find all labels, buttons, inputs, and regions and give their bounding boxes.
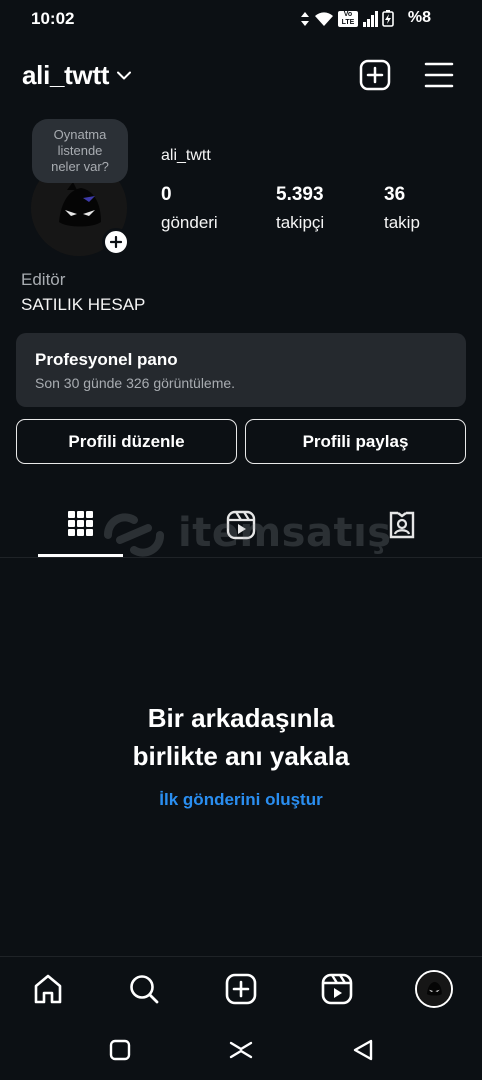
chevron-down-icon xyxy=(117,71,132,80)
professional-dashboard[interactable]: Profesyonel pano Son 30 günde 326 görünt… xyxy=(16,333,466,407)
status-icons: Vo LTE xyxy=(300,10,394,27)
nav-create[interactable] xyxy=(221,969,261,1009)
add-story-button[interactable] xyxy=(102,228,130,256)
tab-grid[interactable] xyxy=(0,500,160,557)
status-bar: 10:02 Vo LTE %8 xyxy=(0,0,482,38)
back-icon xyxy=(353,1039,373,1061)
bottom-nav xyxy=(0,956,482,1020)
profile-name: ali_twtt xyxy=(161,147,211,164)
stat-value: 5.393 xyxy=(276,184,324,205)
edit-profile-button[interactable]: Profili düzenle xyxy=(16,419,237,464)
stat-following[interactable]: 36 takip xyxy=(384,184,420,233)
volte-icon: Vo LTE xyxy=(338,10,358,27)
stat-value: 36 xyxy=(384,184,406,205)
avatar-image-icon xyxy=(417,972,451,1006)
note-line: listende xyxy=(57,143,103,158)
grid-icon xyxy=(67,511,93,536)
tab-indicator xyxy=(38,554,123,557)
content-tabs xyxy=(0,500,482,558)
nav-home[interactable] xyxy=(28,969,68,1009)
wifi-icon xyxy=(315,11,333,26)
nav-reels[interactable] xyxy=(317,969,357,1009)
dashboard-title: Profesyonel pano xyxy=(35,350,178,369)
search-icon xyxy=(130,975,159,1004)
account-switcher[interactable]: ali_twtt xyxy=(22,60,132,91)
tab-tagged[interactable] xyxy=(322,500,482,557)
nav-search[interactable] xyxy=(124,969,164,1009)
stat-label: takipçi xyxy=(276,213,325,232)
share-profile-button[interactable]: Profili paylaş xyxy=(245,419,466,464)
recents-icon xyxy=(109,1039,131,1061)
signal-icon xyxy=(363,10,378,27)
battery-percent: %8 xyxy=(407,9,431,26)
create-post-icon xyxy=(225,973,257,1005)
stat-label: takip xyxy=(384,213,420,232)
header-username: ali_twtt xyxy=(22,60,110,90)
note-line: neler var? xyxy=(51,159,109,174)
back-button[interactable] xyxy=(350,1037,376,1063)
system-nav-bar xyxy=(0,1020,482,1080)
stat-posts[interactable]: 0 gönderi xyxy=(161,184,218,233)
reels-icon xyxy=(321,973,353,1005)
note-bubble[interactable]: Oynatma listende neler var? xyxy=(32,119,128,183)
profile-header: ali_twtt xyxy=(0,56,482,96)
tab-reels[interactable] xyxy=(161,500,321,557)
status-time: 10:02 xyxy=(31,9,75,28)
profile-bio: SATILIK HESAP xyxy=(21,295,146,314)
stat-label: gönderi xyxy=(161,213,218,232)
battery-charging-icon xyxy=(382,10,394,27)
data-arrows-icon xyxy=(301,11,309,26)
profile-category: Editör xyxy=(21,270,66,289)
create-icon[interactable] xyxy=(359,59,391,91)
dashboard-subtitle: Son 30 günde 326 görüntüleme. xyxy=(35,375,236,391)
empty-state-title: birlikte anı yakala xyxy=(132,741,350,771)
home-button[interactable] xyxy=(228,1037,254,1063)
menu-icon[interactable] xyxy=(424,60,454,90)
stat-value: 0 xyxy=(161,184,172,205)
stat-followers[interactable]: 5.393 takipçi xyxy=(276,184,324,233)
profile-avatar xyxy=(415,970,453,1008)
home-icon xyxy=(34,974,62,1004)
recents-button[interactable] xyxy=(107,1037,133,1063)
home-gesture-icon xyxy=(229,1041,253,1059)
note-line: Oynatma xyxy=(53,127,107,142)
tagged-icon xyxy=(389,511,415,539)
plus-icon xyxy=(110,236,122,248)
create-first-post-link[interactable]: İlk gönderini oluştur xyxy=(0,790,482,810)
reels-icon xyxy=(226,510,256,540)
nav-profile[interactable] xyxy=(414,969,454,1009)
empty-state-title: Bir arkadaşınla xyxy=(147,703,335,733)
